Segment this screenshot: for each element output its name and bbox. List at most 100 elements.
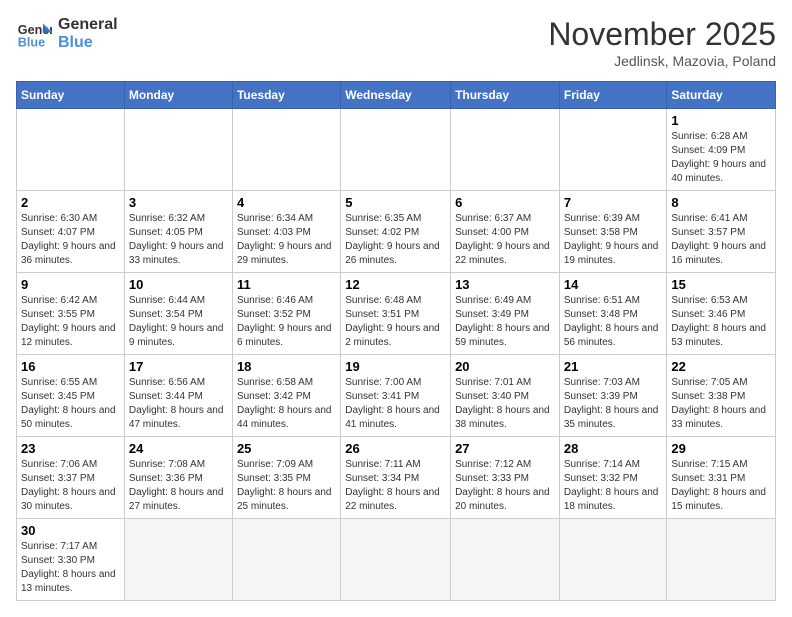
- day-number: 20: [455, 359, 555, 374]
- day-number: 24: [129, 441, 228, 456]
- day-cell: 28 Sunrise: 7:14 AM Sunset: 3:32 PM Dayli…: [559, 437, 667, 519]
- day-number: 18: [237, 359, 336, 374]
- day-info: Sunrise: 7:00 AM Sunset: 3:41 PM Dayligh…: [345, 376, 446, 432]
- day-cell: 5Sunrise: 6:35 AM Sunset: 4:02 PM Daylig…: [341, 191, 451, 273]
- day-info: Sunrise: 7:17 AM Sunset: 3:30 PM Dayligh…: [21, 540, 120, 596]
- day-cell: 21 Sunrise: 7:03 AM Sunset: 3:39 PM Dayli…: [559, 355, 667, 437]
- day-number: 14: [564, 277, 663, 292]
- day-info: Sunrise: 7:06 AM Sunset: 3:37 PM Dayligh…: [21, 458, 120, 514]
- day-info: Sunrise: 6:53 AM Sunset: 3:46 PM Dayligh…: [671, 294, 771, 350]
- day-number: 16: [21, 359, 120, 374]
- day-cell: 10Sunrise: 6:44 AM Sunset: 3:54 PM Dayli…: [124, 273, 232, 355]
- day-info: Sunrise: 6:51 AM Sunset: 3:48 PM Dayligh…: [564, 294, 663, 350]
- day-cell: [232, 519, 340, 601]
- day-info: Sunrise: 6:34 AM Sunset: 4:03 PM Dayligh…: [237, 212, 336, 268]
- day-cell: 20 Sunrise: 7:01 AM Sunset: 3:40 PM Dayli…: [451, 355, 560, 437]
- logo-general: General: [58, 16, 118, 34]
- day-cell: [341, 109, 451, 191]
- day-cell: [451, 109, 560, 191]
- day-cell: [17, 109, 125, 191]
- day-cell: 3 Sunrise: 6:32 AM Sunset: 4:05 PM Daylig…: [124, 191, 232, 273]
- day-info: Sunrise: 6:32 AM Sunset: 4:05 PM Dayligh…: [129, 212, 228, 268]
- col-header-wednesday: Wednesday: [341, 82, 451, 109]
- day-cell: 29Sunrise: 7:15 AM Sunset: 3:31 PM Dayli…: [667, 437, 776, 519]
- day-cell: 16Sunrise: 6:55 AM Sunset: 3:45 PM Dayli…: [17, 355, 125, 437]
- day-cell: 23 Sunrise: 7:06 AM Sunset: 3:37 PM Dayli…: [17, 437, 125, 519]
- day-number: 9: [21, 277, 120, 292]
- week-row-1: 1Sunrise: 6:28 AM Sunset: 4:09 PM Daylig…: [17, 109, 776, 191]
- day-number: 6: [455, 195, 555, 210]
- col-header-monday: Monday: [124, 82, 232, 109]
- day-cell: 6 Sunrise: 6:37 AM Sunset: 4:00 PM Daylig…: [451, 191, 560, 273]
- day-cell: 15 Sunrise: 6:53 AM Sunset: 3:46 PM Dayli…: [667, 273, 776, 355]
- day-cell: 17 Sunrise: 6:56 AM Sunset: 3:44 PM Dayli…: [124, 355, 232, 437]
- day-cell: [232, 109, 340, 191]
- day-info: Sunrise: 6:37 AM Sunset: 4:00 PM Dayligh…: [455, 212, 555, 268]
- day-cell: 30Sunrise: 7:17 AM Sunset: 3:30 PM Dayli…: [17, 519, 125, 601]
- day-number: 25: [237, 441, 336, 456]
- week-row-5: 23 Sunrise: 7:06 AM Sunset: 3:37 PM Dayli…: [17, 437, 776, 519]
- day-cell: 2Sunrise: 6:30 AM Sunset: 4:07 PM Daylig…: [17, 191, 125, 273]
- day-cell: [559, 519, 667, 601]
- logo: General Blue General Blue: [16, 16, 118, 52]
- day-number: 19: [345, 359, 446, 374]
- day-cell: 12Sunrise: 6:48 AM Sunset: 3:51 PM Dayli…: [341, 273, 451, 355]
- day-number: 12: [345, 277, 446, 292]
- day-info: Sunrise: 7:01 AM Sunset: 3:40 PM Dayligh…: [455, 376, 555, 432]
- day-info: Sunrise: 6:58 AM Sunset: 3:42 PM Dayligh…: [237, 376, 336, 432]
- day-info: Sunrise: 6:46 AM Sunset: 3:52 PM Dayligh…: [237, 294, 336, 350]
- day-info: Sunrise: 7:11 AM Sunset: 3:34 PM Dayligh…: [345, 458, 446, 514]
- day-info: Sunrise: 6:41 AM Sunset: 3:57 PM Dayligh…: [671, 212, 771, 268]
- day-cell: 13 Sunrise: 6:49 AM Sunset: 3:49 PM Dayli…: [451, 273, 560, 355]
- day-info: Sunrise: 7:15 AM Sunset: 3:31 PM Dayligh…: [671, 458, 771, 514]
- col-header-tuesday: Tuesday: [232, 82, 340, 109]
- day-number: 13: [455, 277, 555, 292]
- day-info: Sunrise: 7:14 AM Sunset: 3:32 PM Dayligh…: [564, 458, 663, 514]
- day-number: 23: [21, 441, 120, 456]
- day-info: Sunrise: 6:42 AM Sunset: 3:55 PM Dayligh…: [21, 294, 120, 350]
- day-cell: 11 Sunrise: 6:46 AM Sunset: 3:52 PM Dayli…: [232, 273, 340, 355]
- day-cell: 4 Sunrise: 6:34 AM Sunset: 4:03 PM Daylig…: [232, 191, 340, 273]
- day-number: 1: [671, 113, 771, 128]
- day-info: Sunrise: 6:35 AM Sunset: 4:02 PM Dayligh…: [345, 212, 446, 268]
- day-number: 2: [21, 195, 120, 210]
- day-cell: 26 Sunrise: 7:11 AM Sunset: 3:34 PM Dayli…: [341, 437, 451, 519]
- day-info: Sunrise: 7:08 AM Sunset: 3:36 PM Dayligh…: [129, 458, 228, 514]
- col-header-saturday: Saturday: [667, 82, 776, 109]
- col-header-friday: Friday: [559, 82, 667, 109]
- day-cell: 7 Sunrise: 6:39 AM Sunset: 3:58 PM Daylig…: [559, 191, 667, 273]
- day-number: 3: [129, 195, 228, 210]
- day-cell: [124, 109, 232, 191]
- day-number: 10: [129, 277, 228, 292]
- title-section: November 2025 Jedlinsk, Mazovia, Poland: [548, 16, 776, 69]
- day-info: Sunrise: 6:56 AM Sunset: 3:44 PM Dayligh…: [129, 376, 228, 432]
- day-cell: 22Sunrise: 7:05 AM Sunset: 3:38 PM Dayli…: [667, 355, 776, 437]
- day-cell: [451, 519, 560, 601]
- day-number: 15: [671, 277, 771, 292]
- header: General Blue General Blue November 2025 …: [16, 16, 776, 69]
- day-info: Sunrise: 6:39 AM Sunset: 3:58 PM Dayligh…: [564, 212, 663, 268]
- day-info: Sunrise: 6:49 AM Sunset: 3:49 PM Dayligh…: [455, 294, 555, 350]
- day-number: 21: [564, 359, 663, 374]
- svg-text:Blue: Blue: [18, 36, 45, 50]
- day-cell: [667, 519, 776, 601]
- day-number: 11: [237, 277, 336, 292]
- day-cell: 25Sunrise: 7:09 AM Sunset: 3:35 PM Dayli…: [232, 437, 340, 519]
- day-number: 26: [345, 441, 446, 456]
- day-cell: [559, 109, 667, 191]
- day-number: 4: [237, 195, 336, 210]
- day-cell: 18 Sunrise: 6:58 AM Sunset: 3:42 PM Dayli…: [232, 355, 340, 437]
- day-info: Sunrise: 7:12 AM Sunset: 3:33 PM Dayligh…: [455, 458, 555, 514]
- week-row-3: 9 Sunrise: 6:42 AM Sunset: 3:55 PM Daylig…: [17, 273, 776, 355]
- calendar-subtitle: Jedlinsk, Mazovia, Poland: [548, 53, 776, 69]
- day-number: 17: [129, 359, 228, 374]
- day-number: 27: [455, 441, 555, 456]
- day-cell: 27 Sunrise: 7:12 AM Sunset: 3:33 PM Dayli…: [451, 437, 560, 519]
- week-row-4: 16Sunrise: 6:55 AM Sunset: 3:45 PM Dayli…: [17, 355, 776, 437]
- day-info: Sunrise: 7:03 AM Sunset: 3:39 PM Dayligh…: [564, 376, 663, 432]
- day-cell: [341, 519, 451, 601]
- day-number: 7: [564, 195, 663, 210]
- logo-blue: Blue: [58, 34, 118, 52]
- day-number: 28: [564, 441, 663, 456]
- day-cell: [124, 519, 232, 601]
